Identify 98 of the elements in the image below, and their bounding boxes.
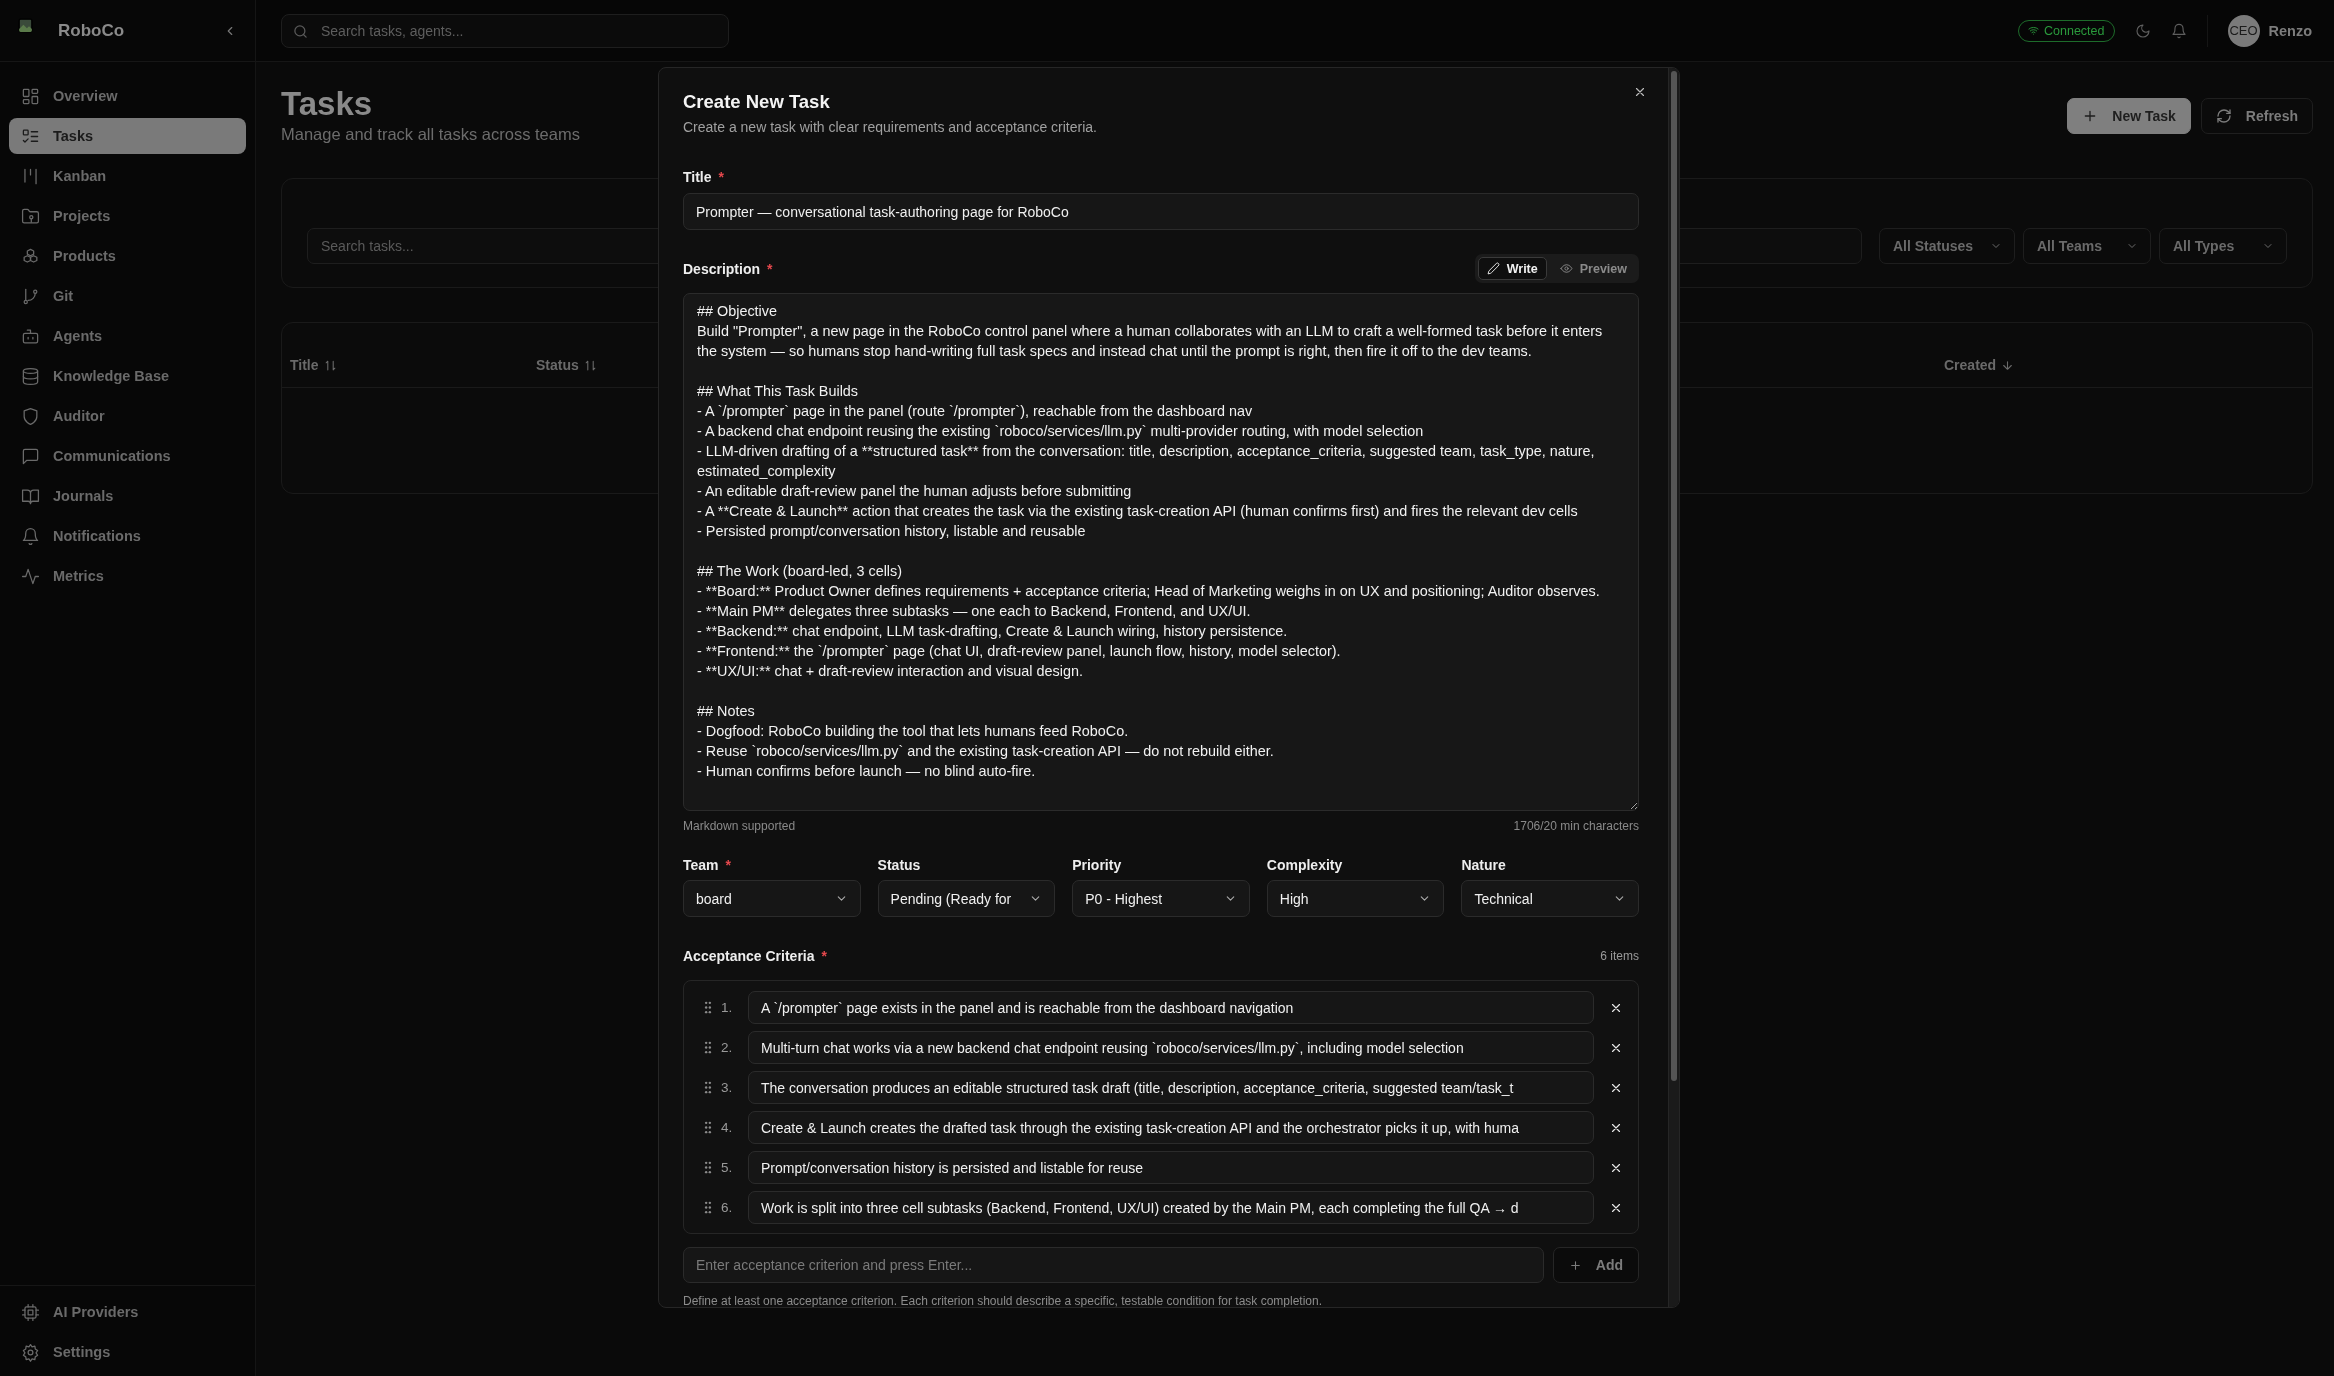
plus-icon — [1568, 1258, 1582, 1272]
sidebar-item[interactable]: Tasks — [9, 118, 246, 154]
required-mark: * — [725, 857, 731, 873]
dialog-title: Create New Task — [683, 90, 831, 114]
column-header[interactable]: Title — [290, 357, 536, 373]
drag-handle-icon — [704, 1081, 712, 1094]
drag-handle-icon — [704, 1041, 712, 1054]
dialog-subtitle: Create a new task with clear requirements and acceptance criteria. — [683, 118, 1098, 136]
sidebar-item[interactable]: Settings — [9, 1334, 246, 1370]
criterion-input[interactable]: Enter acceptance criterion and press Enter... — [683, 1247, 1544, 1283]
image-icon — [17, 17, 34, 34]
field-label: Description — [683, 260, 760, 277]
dropdown[interactable]: High — [1266, 880, 1445, 917]
field-label: Team — [683, 857, 719, 873]
item-number: 6. — [720, 1200, 734, 1215]
criterion-field[interactable]: Create & Launch creates the drafted task through the existing task-creation API and the orchestrator picks it up, with huma — [748, 1111, 1594, 1144]
criterion-field[interactable]: Multi-turn chat works via a new backend chat endpoint reusing `roboco/services/llm.py`, including model selection — [748, 1031, 1594, 1064]
field-label: Priority — [1072, 857, 1122, 873]
item-number: 1. — [720, 1000, 734, 1015]
chat-bubble-icon — [21, 446, 40, 466]
columns-icon — [21, 166, 40, 186]
grid-icon — [21, 86, 40, 106]
mode-tab[interactable]: Write — [1477, 257, 1547, 280]
drag-handle-icon — [704, 1121, 712, 1134]
page-title: Tasks — [281, 84, 374, 124]
user-name: Renzo — [2268, 22, 2312, 39]
sidebar-item[interactable]: Journals — [9, 478, 246, 514]
dropdown[interactable]: Pending (Ready for — [877, 880, 1056, 917]
moon-icon — [2134, 22, 2151, 39]
dropdown[interactable]: board — [683, 880, 861, 917]
close-icon — [1633, 85, 1647, 99]
criterion-field[interactable]: The conversation produces an editable structured task draft (title, description, acceptance_criteria, suggested team/task_t — [748, 1071, 1594, 1104]
help-text: Define at least one acceptance criterion. Each criterion should describe a specific, testable condition for task completion. — [683, 1294, 1323, 1307]
boxes-icon — [21, 246, 40, 266]
criterion-field[interactable]: Prompt/conversation history is persisted and listable for reuse — [748, 1151, 1594, 1184]
chip-icon — [21, 1302, 40, 1322]
field-label: Complexity — [1266, 857, 1343, 873]
filter-dropdown[interactable]: All Statuses — [1879, 228, 2015, 264]
item-number: 4. — [720, 1120, 734, 1135]
settings-icon — [21, 1342, 40, 1362]
folder-icon — [21, 206, 40, 226]
page-subtitle: Manage and track all tasks across teams — [281, 125, 580, 143]
dropdown[interactable]: Technical — [1461, 880, 1639, 917]
sidebar-item[interactable]: Notifications — [9, 518, 246, 554]
required-mark: * — [718, 169, 724, 185]
sidebar-item[interactable]: AI Providers — [9, 1294, 246, 1330]
field-label: Title — [683, 169, 712, 185]
description-field[interactable]: ## Objective Build "Prompter", a new page in the RoboCo control panel where a human collaborates with an LLM to craft a well-formed task before it enters the system — so humans stop hand-writing full task specs and instead chat until the prompt is right, then fire it off to the dev teams. ## What This Task Builds - A `/prompter` page in the panel (route `/prompter`), reachable from the dashboard nav - A backend chat endpoint reusing the existing `roboco/services/llm.py` multi-provider routing, with model selection - LLM-driven drafting of a **structured task** from the conversation: title, description, acceptance_criteria, suggested team, task_type, nature, estimated_complexity - An editable draft-review panel the human adjusts before submitting - A **Create & Launch** action that creates the task via the existing task-creation API (human confirms first) and fires the relevant dev cells - Persisted prompt/conversation history, listable and reusable ## The Work (board-led, 3 cells) - **Board:** Product Owner defines requirements + acceptance criteria; Head of Marketing weighs in on UX and positioning; Auditor observes. - **Main PM** delegates three subtasks — one each to Backend, Frontend, and UX/UI. - **Backend:** chat endpoint, LLM task-drafting, Create & Launch wiring, history persistence. - **Frontend:** the `/prompter` page (chat UI, draft-review panel, launch flow, history, model selector). - **UX/UI:** chat + draft-review interaction and visual design. ## Notes - Dogfood: RoboCo building the tool that lets humans feed RoboCo. - Reuse `roboco/services/llm.py` and the existing task-creation API — do not rebuild either. - Human confirms before launch — no blind auto-fire. — [683, 293, 1639, 811]
sidebar-item[interactable]: Metrics — [9, 558, 246, 594]
drag-handle-icon — [704, 1161, 712, 1174]
pulse-icon — [21, 566, 40, 586]
sidebar-item[interactable]: Overview — [9, 78, 246, 114]
item-number: 5. — [720, 1160, 734, 1175]
filter-dropdown[interactable]: All Types — [2159, 228, 2287, 264]
theme-toggle-button[interactable] — [2134, 22, 2151, 39]
item-number: 3. — [720, 1080, 734, 1095]
dropdown[interactable]: P0 - Highest — [1072, 880, 1250, 917]
pencil-icon — [1486, 262, 1500, 275]
refresh-button[interactable]: Refresh — [2200, 98, 2313, 134]
field-label: Acceptance Criteria — [683, 948, 815, 964]
item-number: 2. — [720, 1040, 734, 1055]
sidebar-item[interactable]: Kanban — [9, 158, 246, 194]
drag-handle-icon — [704, 1201, 712, 1214]
search-field[interactable]: Search tasks, agents... — [281, 13, 729, 48]
sidebar-item[interactable]: Communications — [9, 438, 246, 474]
criterion-field[interactable]: Work is split into three cell subtasks (Backend, Frontend, UX/UI) created by the Main PM, each completing the full QA → d — [748, 1191, 1594, 1224]
new-task-button[interactable]: New Task — [2067, 98, 2191, 134]
branch-icon — [21, 286, 40, 306]
required-mark: * — [821, 948, 827, 964]
criterion-field[interactable]: A `/prompter` page exists in the panel and is reachable from the dashboard navigation — [748, 991, 1594, 1024]
eye-icon — [1559, 262, 1573, 275]
item-count: 6 items — [1600, 949, 1639, 963]
refresh-icon — [2215, 108, 2232, 124]
avatar: CEO — [2227, 14, 2260, 47]
mode-tab[interactable]: Preview — [1550, 257, 1636, 280]
notifications-button[interactable] — [2170, 22, 2187, 39]
wifi-icon — [2028, 25, 2040, 36]
sidebar-item[interactable]: Products — [9, 238, 246, 274]
database-icon — [21, 366, 40, 386]
sidebar-item[interactable]: Knowledge Base — [9, 358, 246, 394]
character-count: 1706/20 min characters — [1513, 818, 1639, 834]
required-mark: * — [767, 260, 773, 277]
filter-dropdown[interactable]: All Teams — [2023, 228, 2151, 264]
app-name: RoboCo — [58, 20, 126, 41]
bell-icon — [21, 526, 40, 546]
field-label: Nature — [1461, 857, 1506, 873]
shield-icon — [21, 406, 40, 426]
hint-text: Markdown supported — [683, 818, 796, 834]
field-label: Status — [877, 857, 921, 873]
bell-icon — [2170, 22, 2187, 39]
sidebar-item[interactable]: Projects — [9, 198, 246, 234]
add-button[interactable]: Add — [1552, 1247, 1639, 1283]
sidebar-item[interactable]: Agents — [9, 318, 246, 354]
title-field[interactable]: Prompter — conversational task-authoring page for RoboCo — [683, 193, 1639, 230]
sidebar-item[interactable]: Git — [9, 278, 246, 314]
sidebar-item[interactable]: Auditor — [9, 398, 246, 434]
column-header[interactable]: Created — [1944, 357, 2304, 373]
drag-handle-icon — [704, 1001, 712, 1014]
